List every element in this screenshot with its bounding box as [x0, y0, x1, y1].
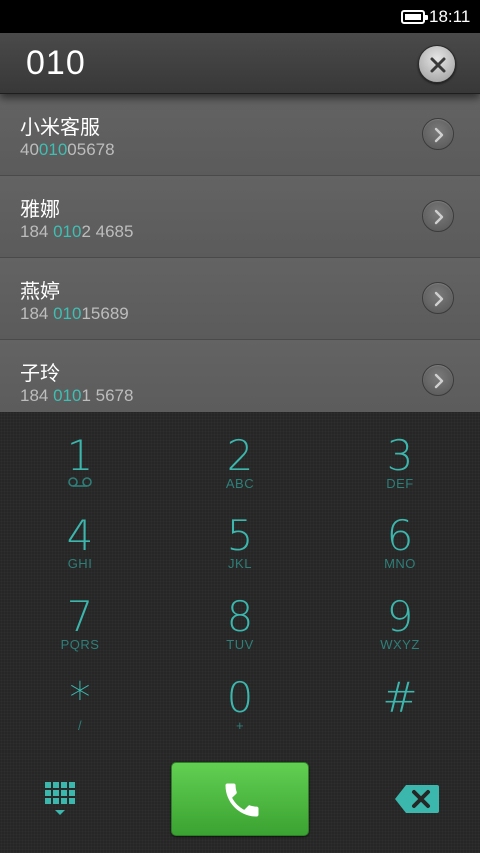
status-bar: 18:11	[0, 0, 480, 33]
backspace-icon	[395, 785, 439, 813]
dial-key-9[interactable]: 9 WXYZ	[320, 573, 480, 653]
contact-name: 雅娜	[20, 197, 60, 221]
phone-icon	[225, 783, 259, 817]
bottom-bar	[0, 752, 480, 853]
chevron-right-icon	[434, 291, 444, 307]
dial-key-hash[interactable]: #	[320, 654, 480, 734]
dial-key-5[interactable]: 5 JKL	[160, 492, 320, 572]
contact-detail-button[interactable]	[422, 200, 454, 232]
contact-number: 184 0101 5678	[20, 386, 134, 405]
number-bar: 010	[0, 33, 480, 94]
contact-number: 184 01015689	[20, 304, 129, 323]
number-match-highlight: 010	[53, 386, 82, 405]
contact-row[interactable]: 雅娜 184 0102 4685	[0, 176, 480, 258]
call-button[interactable]	[171, 762, 309, 836]
contact-name: 燕婷	[20, 279, 60, 303]
contact-number: 184 0102 4685	[20, 222, 134, 241]
contact-row[interactable]: 燕婷 184 01015689	[0, 258, 480, 340]
dial-key-7[interactable]: 7 PQRS	[0, 573, 160, 653]
dial-key-3[interactable]: 3 DEF	[320, 412, 480, 492]
contact-list: 小米客服 4001005678 雅娜 184 0102 4685 燕婷 184 …	[0, 94, 480, 412]
status-time: 18:11	[429, 7, 471, 26]
chevron-right-icon	[434, 373, 444, 389]
dial-key-4[interactable]: 4 GHI	[0, 492, 160, 572]
dial-key-2[interactable]: 2 ABC	[160, 412, 320, 492]
dialpad: 1 2 ABC 3 DEF 4 GHI 5 JKL 6 MNO 7 PQRS 8…	[0, 412, 480, 752]
contact-detail-button[interactable]	[422, 282, 454, 314]
number-match-highlight: 010	[38, 140, 68, 159]
number-match-highlight: 010	[53, 304, 82, 323]
backspace-button[interactable]	[392, 782, 442, 816]
dial-key-1[interactable]: 1	[0, 412, 160, 492]
chevron-right-icon	[434, 127, 444, 143]
clear-icon	[430, 57, 446, 73]
clear-button[interactable]	[418, 45, 456, 83]
battery-icon	[401, 10, 428, 24]
dial-key-6[interactable]: 6 MNO	[320, 492, 480, 572]
contact-number: 4001005678	[20, 140, 115, 159]
contact-name: 子玲	[20, 361, 60, 385]
contact-name: 小米客服	[20, 115, 100, 139]
contact-row[interactable]: 小米客服 4001005678	[0, 94, 480, 176]
dial-key-8[interactable]: 8 TUV	[160, 573, 320, 653]
contact-detail-button[interactable]	[422, 118, 454, 150]
dial-key-0[interactable]: 0 +	[160, 654, 320, 734]
dial-key-star[interactable]: * /	[0, 654, 160, 734]
dialpad-toggle-icon	[45, 782, 75, 815]
contact-detail-button[interactable]	[422, 364, 454, 396]
number-match-highlight: 010	[53, 222, 82, 241]
dialpad-toggle-button[interactable]	[34, 778, 84, 822]
contact-row[interactable]: 子玲 184 0101 5678	[0, 340, 480, 412]
dialed-number: 010	[26, 44, 86, 82]
chevron-right-icon	[434, 209, 444, 225]
